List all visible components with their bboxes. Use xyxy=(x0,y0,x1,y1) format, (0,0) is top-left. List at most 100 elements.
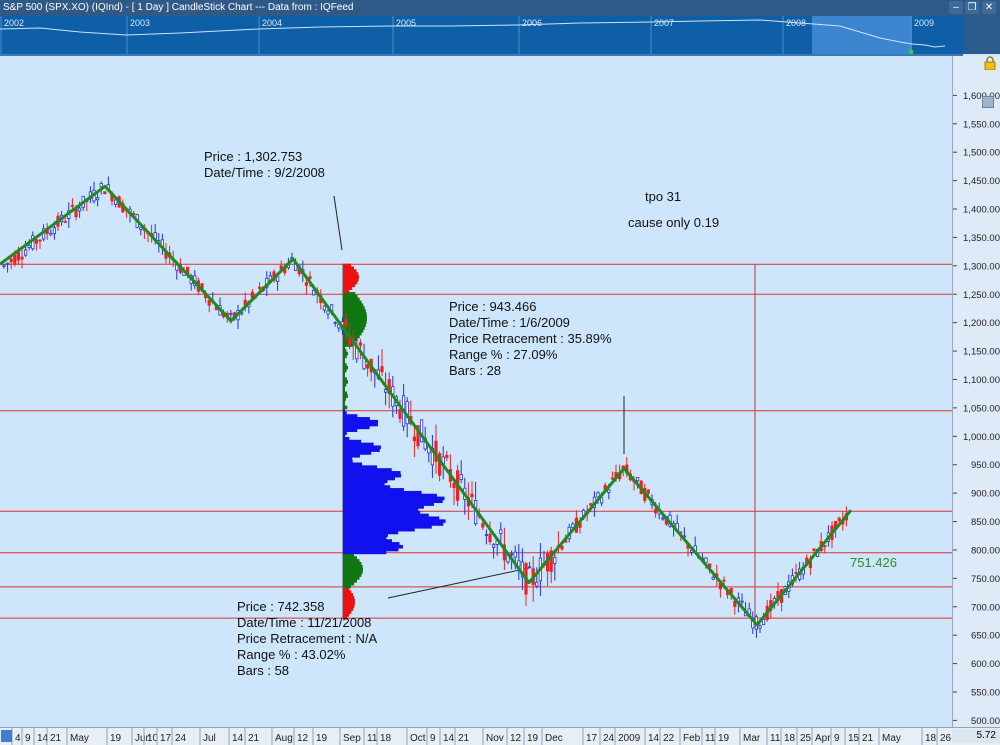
chart-window: S&P 500 (SPX.XO) (IQInd) - [ 1 Day ] Can… xyxy=(0,0,1000,745)
overview-navigator[interactable]: 2002 2003 2004 2005 2006 2007 2008 2009 xyxy=(0,16,963,56)
price-tick-label: 1,450.00 xyxy=(963,176,1000,187)
time-tick-label: 11 xyxy=(770,733,781,744)
price-tick-label: 1,250.00 xyxy=(963,290,1000,301)
time-tick-label: 12 xyxy=(297,733,309,744)
annotation-swing-low: Price : 742.358 Date/Time : 11/21/2008 P… xyxy=(237,599,377,679)
annotation-swing-high: Price : 1,302.753 Date/Time : 9/2/2008 xyxy=(204,149,325,181)
time-tick-label: 19 xyxy=(527,733,539,744)
candle-body xyxy=(38,239,42,242)
candle-body xyxy=(49,233,53,236)
window-title-bar: S&P 500 (SPX.XO) (IQInd) - [ 1 Day ] Can… xyxy=(0,0,1000,16)
candle-body xyxy=(794,572,798,574)
time-tick-label: Nov xyxy=(486,733,504,744)
overview-scroll-control[interactable] xyxy=(963,16,1000,54)
candle-body xyxy=(607,489,611,493)
candle-body xyxy=(484,534,489,537)
candle-body xyxy=(99,183,103,188)
time-tick-label: 9 xyxy=(834,733,840,744)
time-tick-label: 21 xyxy=(458,733,470,744)
price-tick-label: 500.00 xyxy=(971,716,1000,727)
time-tick-label: Apr xyxy=(815,733,831,744)
price-tick-label: 1,100.00 xyxy=(963,375,1000,386)
price-tick-label: 1,150.00 xyxy=(963,347,1000,358)
candle-body xyxy=(610,477,615,480)
price-tick-label: 1,500.00 xyxy=(963,148,1000,159)
candle-body xyxy=(535,581,539,587)
candle-body xyxy=(711,576,715,580)
overview-year-label: 2009 xyxy=(914,18,934,28)
restore-icon[interactable]: ❐ xyxy=(965,1,979,14)
candle-body xyxy=(275,276,280,282)
time-tick-label: Feb xyxy=(683,733,701,744)
candle-body xyxy=(596,492,600,498)
annotation-line: Range % : 27.09% xyxy=(449,347,558,362)
candle-body xyxy=(34,239,39,244)
time-tick-label: 4 xyxy=(15,733,21,744)
candle-body xyxy=(9,258,13,263)
candle-body xyxy=(311,289,316,296)
candle-body xyxy=(499,529,503,534)
axis-settings-icon[interactable] xyxy=(982,96,994,108)
close-icon[interactable]: ✕ xyxy=(982,1,996,14)
candle-body xyxy=(837,517,841,521)
time-tick-label: 19 xyxy=(110,733,122,744)
candle-body xyxy=(78,207,82,212)
scroll-left-icon[interactable] xyxy=(1,730,12,742)
candle-body xyxy=(139,227,143,230)
annotation-line: Date/Time : 9/2/2008 xyxy=(204,165,325,180)
price-tick-label: 650.00 xyxy=(971,631,1000,642)
time-tick-label: 11 xyxy=(705,733,716,744)
time-tick-label: 17 xyxy=(160,733,172,744)
candle-body xyxy=(63,221,67,223)
candle-body xyxy=(481,523,485,528)
plot-area[interactable]: Price : 1,302.753 Date/Time : 9/2/2008 P… xyxy=(0,56,952,727)
annotation-line: Price : 1,302.753 xyxy=(204,149,303,164)
time-tick-label: Mar xyxy=(743,733,761,744)
time-tick-label: 15 xyxy=(848,733,860,744)
level-label-751: 751.426 xyxy=(850,555,897,570)
price-tick-label: 1,000.00 xyxy=(963,432,1000,443)
candle-body xyxy=(758,625,762,629)
candle-body xyxy=(229,313,233,316)
candle-body xyxy=(96,197,100,201)
time-tick-label: 14 xyxy=(648,733,660,744)
time-tick-label: 12 xyxy=(510,733,522,744)
overview-visible-window[interactable] xyxy=(812,16,912,54)
candle-body xyxy=(459,474,463,480)
candle-body xyxy=(560,545,564,550)
time-tick-label: 9 xyxy=(430,733,436,744)
corner-value: 5.72 xyxy=(952,729,1000,743)
price-tick-label: 750.00 xyxy=(971,574,1000,585)
price-tick-label: 800.00 xyxy=(971,545,1000,556)
candle-body xyxy=(380,366,384,373)
annotation-line: Range % : 43.02% xyxy=(237,647,346,662)
overview-year-label: 2005 xyxy=(396,18,416,28)
candle-body xyxy=(722,579,726,582)
candle-body xyxy=(70,204,74,207)
price-axis[interactable]: 1,600.001,550.001,500.001,450.001,400.00… xyxy=(952,56,1000,727)
time-tick-label: 18 xyxy=(784,733,796,744)
time-tick-label: 26 xyxy=(940,733,952,744)
price-tick-label: 900.00 xyxy=(971,489,1000,500)
time-tick-label: 21 xyxy=(248,733,260,744)
price-tick-label: 1,400.00 xyxy=(963,205,1000,216)
time-tick-label: Dec xyxy=(545,733,563,744)
annotation-line: Date/Time : 11/21/2008 xyxy=(237,615,372,630)
candle-body xyxy=(812,548,816,551)
window-title: S&P 500 (SPX.XO) (IQInd) - [ 1 Day ] Can… xyxy=(3,2,354,13)
candle-body xyxy=(2,264,6,267)
time-tick-label: Jul xyxy=(203,733,216,744)
time-tick-label: 11 xyxy=(367,733,378,744)
candle-body xyxy=(740,600,744,603)
time-axis[interactable]: 4 9 14 21 May 19 Jun 10 17 24 Jul 14 21 Aug 12 19 Sep 11 1… xyxy=(0,727,1000,745)
price-tick-label: 950.00 xyxy=(971,460,1000,471)
candle-body xyxy=(6,262,10,265)
candle-body xyxy=(52,227,57,234)
candle-body xyxy=(322,305,327,311)
minimize-icon[interactable]: – xyxy=(949,1,963,14)
lock-icon[interactable] xyxy=(984,56,996,70)
price-tick-label: 1,350.00 xyxy=(963,233,1000,244)
overview-year-label: 2007 xyxy=(654,18,674,28)
candle-body xyxy=(470,493,474,498)
annotation-leader-line xyxy=(333,195,343,251)
